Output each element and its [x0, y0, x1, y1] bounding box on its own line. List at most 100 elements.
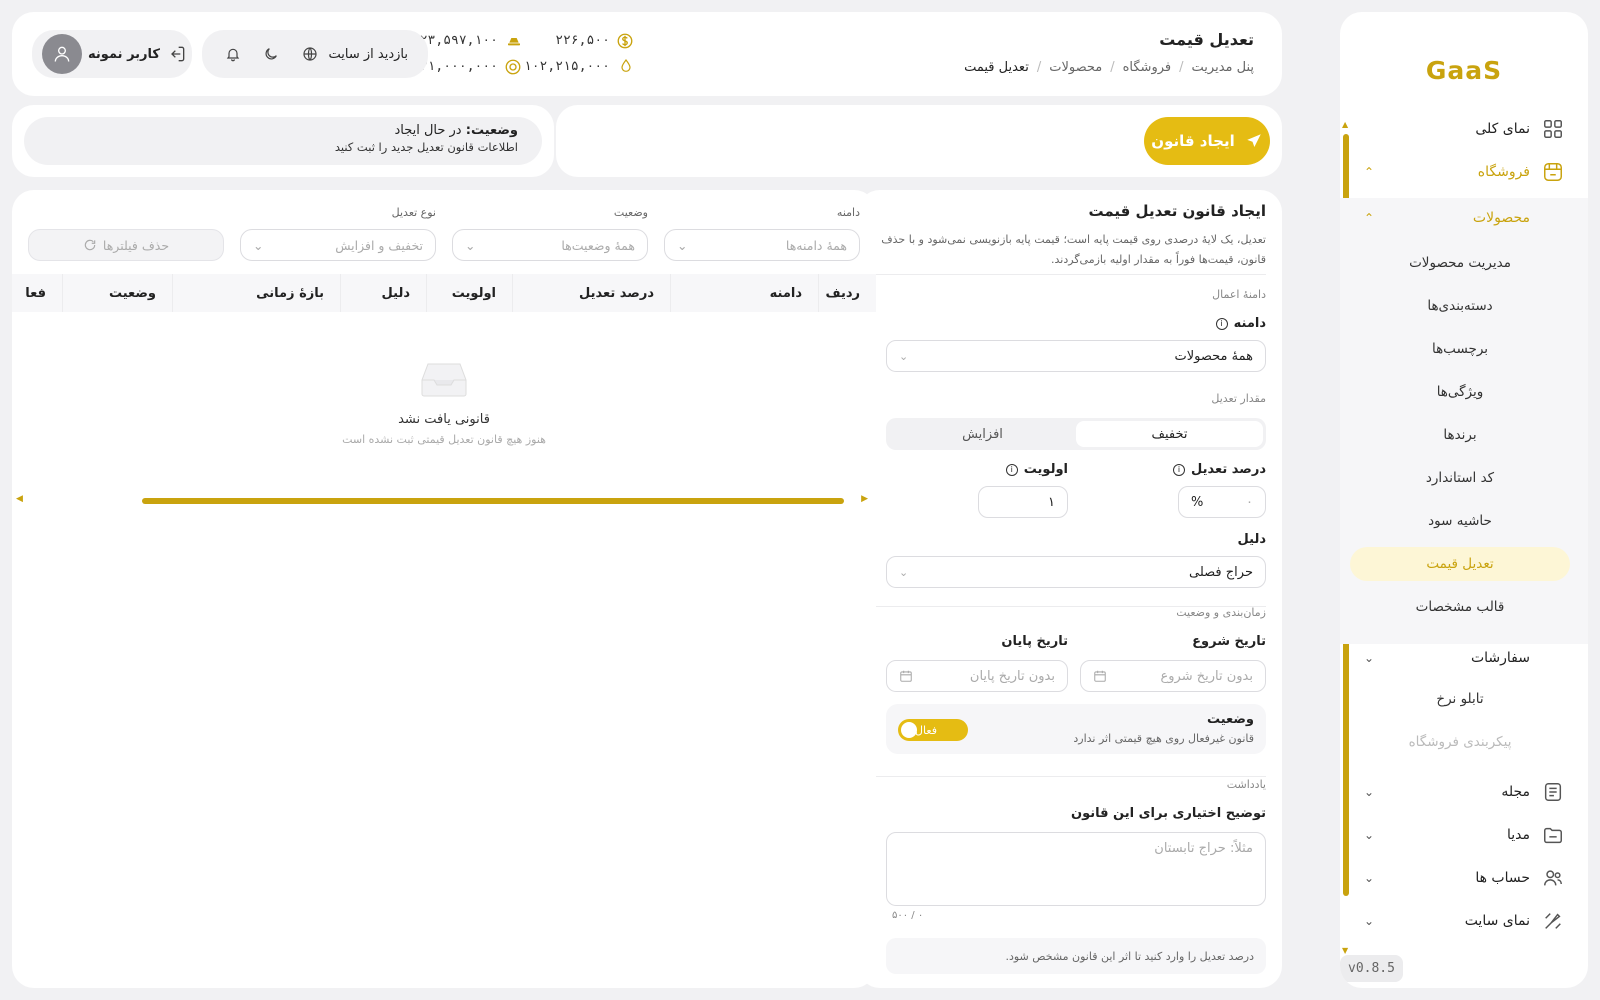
visit-site-button[interactable]: بازدید از سایت — [299, 43, 408, 65]
column-header[interactable]: بازهٔ زمانی — [172, 274, 340, 312]
user-menu[interactable]: کاربر نمونه — [32, 30, 192, 78]
status-label: وضعیت: — [465, 123, 518, 138]
sidebar-group-products[interactable]: محصولات ⌃ — [1364, 198, 1564, 238]
breadcrumb-item[interactable]: فروشگاه — [1123, 60, 1172, 75]
scroll-down-arrow-icon[interactable]: ▼ — [1342, 946, 1348, 955]
empty-state: قانونی یافت نشد هنوز هیچ قانون تعدیل قیم… — [12, 360, 876, 446]
chevron-down-icon: ⌄ — [1364, 785, 1375, 799]
percent-input[interactable]: ۰ % — [1178, 486, 1266, 518]
domain-select-value: همهٔ محصولات — [1174, 348, 1253, 364]
sidebar-item-label: فروشگاه — [1477, 164, 1530, 180]
column-header[interactable]: دلیل — [340, 274, 426, 312]
filter-status-select[interactable]: همهٔ وضعیت‌ها ⌄ — [452, 229, 648, 261]
priority-input[interactable]: ۱ — [978, 486, 1068, 518]
column-header[interactable]: دامنه — [670, 274, 818, 312]
chevron-down-icon: ⌄ — [465, 237, 476, 253]
create-rule-card: ایجاد قانون — [556, 105, 1282, 177]
sidebar-sub-manage-products[interactable]: مدیریت محصولات — [1350, 246, 1570, 280]
segment-increase[interactable]: افزایش — [889, 421, 1076, 447]
segment-discount[interactable]: تخفیف — [1076, 421, 1263, 447]
empty-inbox-icon — [420, 360, 468, 398]
drop-icon — [618, 58, 634, 74]
sidebar-item-store[interactable]: فروشگاه ⌃ — [1364, 152, 1564, 192]
logout-icon[interactable] — [166, 43, 188, 65]
reason-label: دلیل — [1237, 532, 1266, 547]
section-scope: دامنهٔ اعمال — [1212, 288, 1266, 301]
toggle-knob — [901, 722, 917, 738]
sidebar-item-label: سفارشات — [1470, 650, 1530, 666]
sidebar-sub-tags[interactable]: برچسب‌ها — [1350, 332, 1570, 366]
create-rule-label: ایجاد قانون — [1151, 132, 1235, 150]
table-horizontal-scrollbar[interactable]: ◀ ▶ — [12, 494, 876, 506]
create-rule-button[interactable]: ایجاد قانون — [1144, 117, 1270, 165]
sidebar-sub-price-adjustment[interactable]: تعدیل قیمت — [1350, 547, 1570, 581]
page-title: تعدیل قیمت — [1159, 30, 1254, 49]
clear-filters-label: حذف فیلترها — [102, 237, 170, 253]
end-date-input[interactable]: بدون تاریخ پایان — [886, 660, 1068, 692]
chevron-down-icon: ⌄ — [899, 349, 909, 363]
sidebar-item-media[interactable]: مدیا ⌄ — [1364, 815, 1564, 855]
notification-bell-icon[interactable] — [222, 43, 244, 65]
sidebar: GaaS ▲ ▼ نمای کلی فروشگاه ⌃ محصولات ⌃ مد… — [1340, 12, 1588, 988]
sidebar-sub-brands[interactable]: برندها — [1350, 418, 1570, 452]
priority-input-value: ۱ — [1048, 494, 1055, 510]
sidebar-sub-profit-margin[interactable]: حاشیه سود — [1350, 504, 1570, 538]
start-date-input[interactable]: بدون تاریخ شروع — [1080, 660, 1266, 692]
scroll-right-arrow-icon[interactable]: ▶ — [861, 494, 868, 504]
percent-label: درصد تعدیل i — [1173, 462, 1266, 477]
folder-icon — [1542, 824, 1564, 846]
sidebar-item-site-view[interactable]: نمای سایت ⌄ — [1364, 901, 1564, 941]
adjustment-type-toggle[interactable]: تخفیف افزایش — [886, 418, 1266, 450]
note-textarea[interactable]: مثلاً: حراج تابستان — [886, 832, 1266, 906]
avatar[interactable] — [42, 34, 82, 74]
filter-domain-select[interactable]: همهٔ دامنه‌ها ⌄ — [664, 229, 860, 261]
percent-suffix: % — [1191, 494, 1204, 510]
domain-label: دامنه i — [1215, 316, 1266, 331]
end-date-placeholder: بدون تاریخ پایان — [969, 668, 1055, 684]
sidebar-item-accounts[interactable]: حساب ها ⌄ — [1364, 858, 1564, 898]
sidebar-item-overview[interactable]: نمای کلی — [1364, 109, 1564, 149]
sidebar-item-label: مجله — [1501, 784, 1530, 800]
scroll-left-arrow-icon[interactable]: ◀ — [16, 494, 23, 504]
end-date-label: تاریخ پایان — [1001, 634, 1068, 649]
sidebar-item-label: محصولات — [1472, 210, 1530, 226]
sidebar-sub-spec-template[interactable]: قالب مشخصات — [1350, 590, 1570, 624]
domain-select[interactable]: همهٔ محصولات ⌄ — [886, 340, 1266, 372]
column-header[interactable]: اولویت — [426, 274, 512, 312]
chevron-up-icon: ⌃ — [1364, 165, 1375, 179]
clear-filters-button[interactable]: حذف فیلترها — [28, 229, 224, 261]
sidebar-sub-attributes[interactable]: ویژگی‌ها — [1350, 375, 1570, 409]
breadcrumb-item[interactable]: محصولات — [1049, 60, 1102, 75]
empty-title: قانونی یافت نشد — [398, 412, 490, 427]
user-name: کاربر نمونه — [88, 46, 160, 62]
status-box: وضعیت: در حال ایجاد اطلاعات قانون تعدیل … — [24, 117, 542, 165]
column-header[interactable]: درصد تعدیل — [512, 274, 670, 312]
section-amount: مقدار تعدیل — [1211, 392, 1266, 405]
store-icon — [1542, 161, 1564, 183]
palette-icon — [1542, 910, 1564, 932]
header-tools: بازدید از سایت — [202, 30, 428, 78]
filter-type-select[interactable]: تخفیف و افزایش ⌄ — [240, 229, 436, 261]
calendar-icon — [1093, 669, 1107, 683]
toggle-label: فعال — [915, 723, 937, 737]
sidebar-item-magazine[interactable]: مجله ⌄ — [1364, 772, 1564, 812]
sidebar-sub-categories[interactable]: دسته‌بندی‌ها — [1350, 289, 1570, 323]
sidebar-sub-rate-board[interactable]: تابلو نرخ — [1350, 682, 1570, 716]
status-value: در حال ایجاد — [394, 123, 462, 138]
breadcrumb-item[interactable]: پنل مدیریت — [1192, 60, 1254, 75]
divider — [874, 776, 1266, 777]
column-header[interactable]: وضعیت — [62, 274, 172, 312]
scroll-up-arrow-icon[interactable]: ▲ — [1342, 120, 1348, 129]
rule-form-panel: ایجاد قانون تعدیل قیمت تعدیل، یک لایهٔ د… — [858, 190, 1282, 988]
reason-select[interactable]: حراج فصلی ⌄ — [886, 556, 1266, 588]
column-header[interactable]: ردیف — [818, 274, 876, 312]
dark-mode-moon-icon[interactable] — [260, 43, 282, 65]
user-icon — [54, 46, 70, 62]
filter-status-placeholder: همهٔ وضعیت‌ها — [561, 237, 635, 253]
status-toggle-hint: قانون غیرفعال روی هیچ قیمتی اثر ندارد — [1073, 732, 1254, 745]
sidebar-item-orders[interactable]: سفارشات ⌄ — [1364, 638, 1564, 678]
active-toggle[interactable]: فعال — [898, 719, 968, 741]
column-header[interactable]: فعا — [12, 274, 62, 312]
table-scroll-thumb[interactable] — [142, 498, 844, 504]
sidebar-sub-standard-code[interactable]: کد استاندارد — [1350, 461, 1570, 495]
